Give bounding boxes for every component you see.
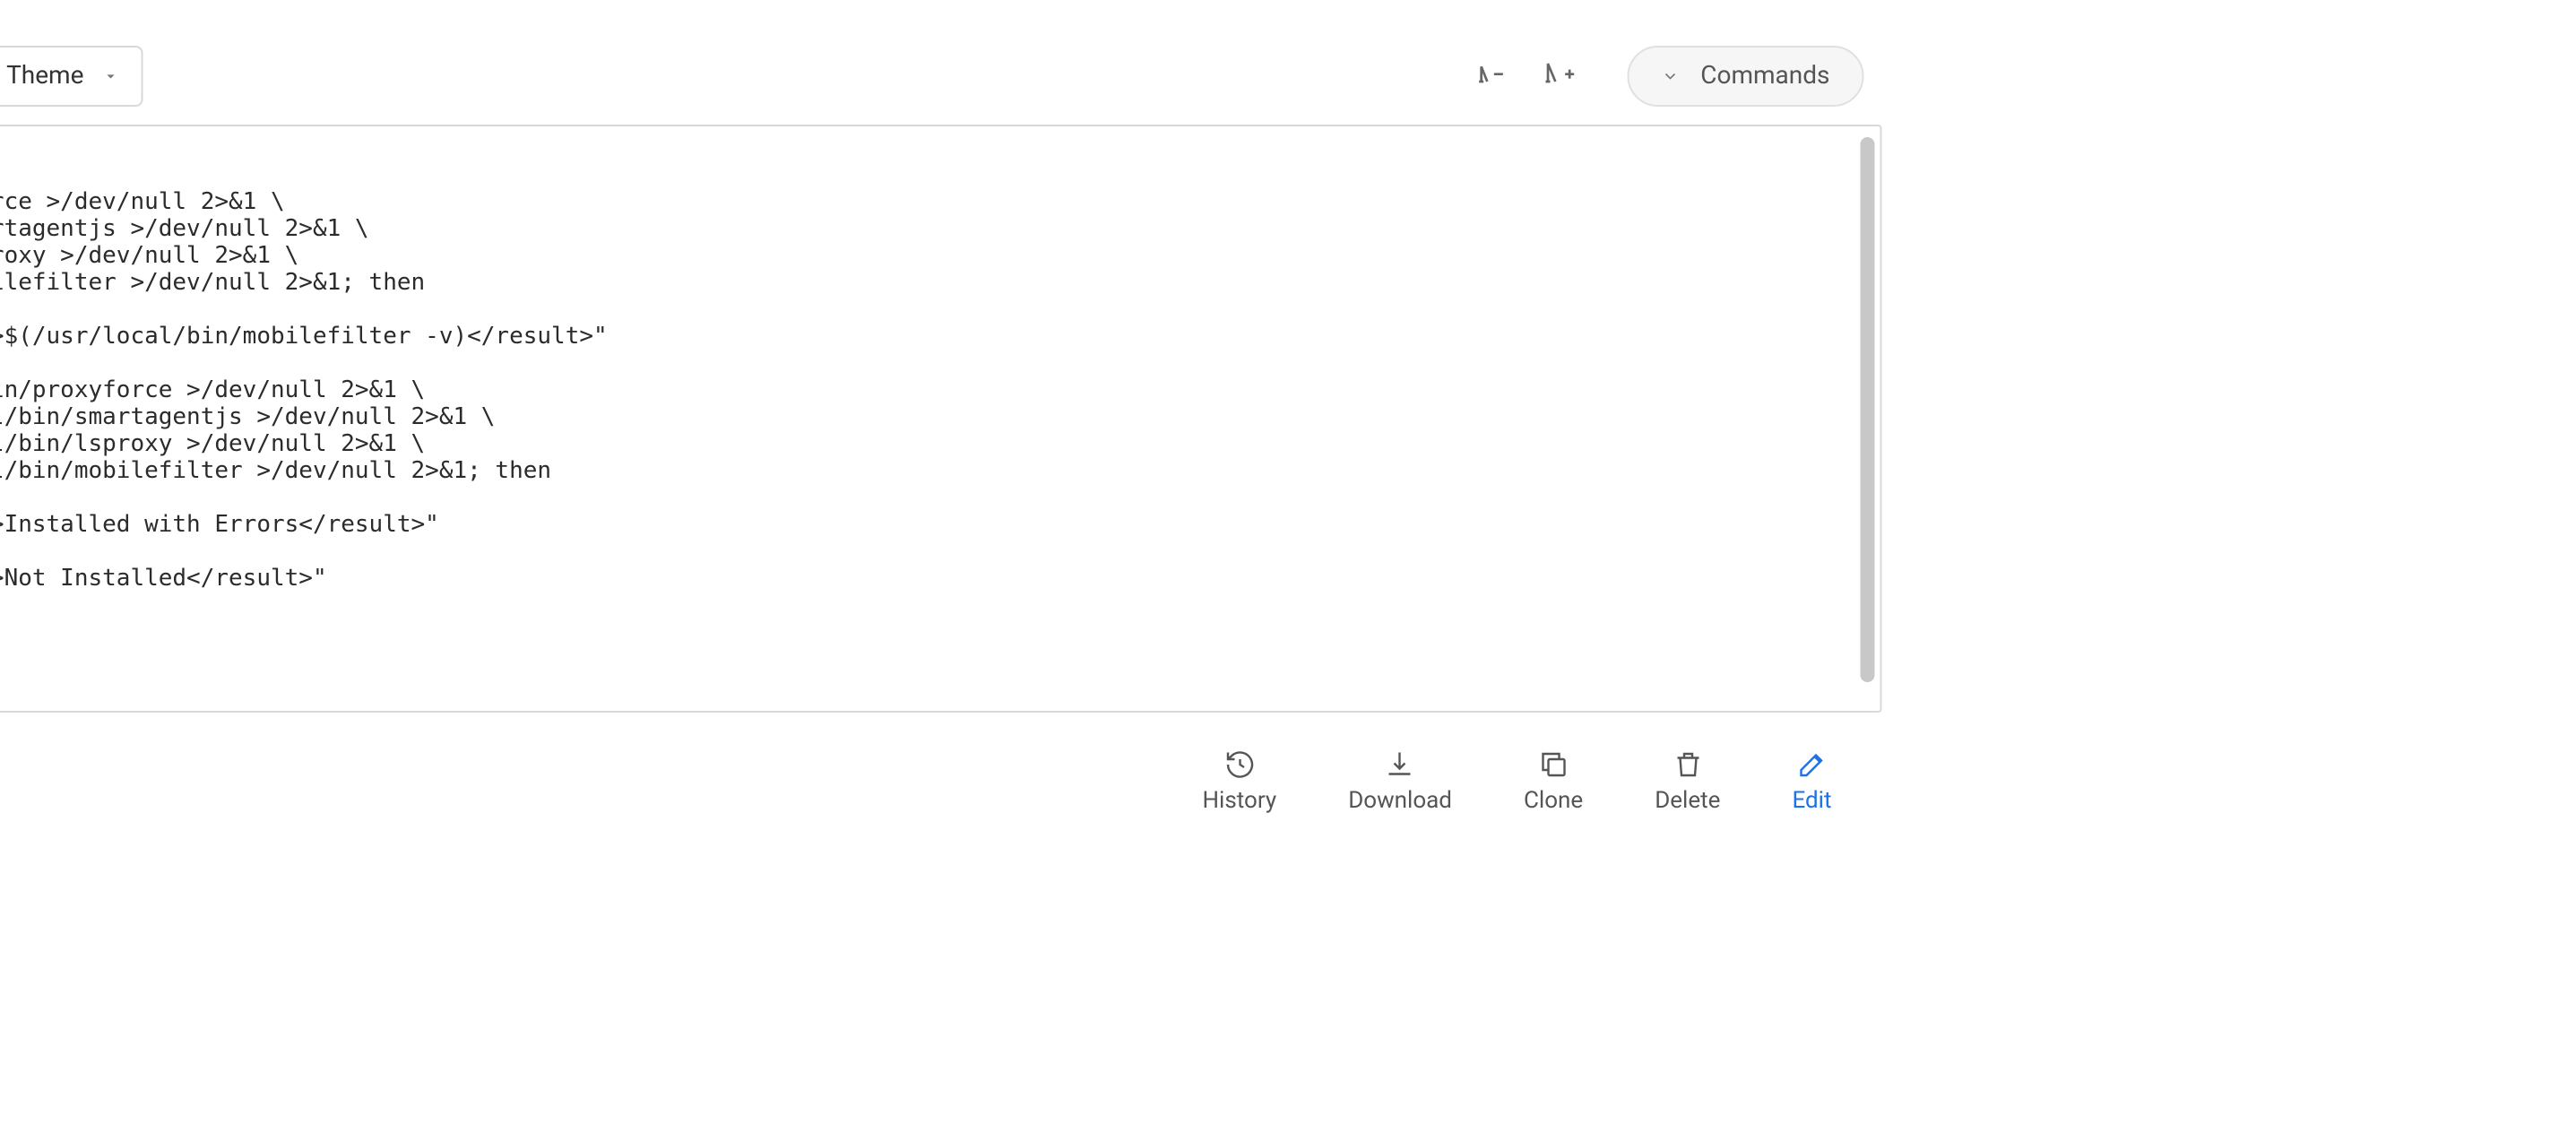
clone-button[interactable]: Clone bbox=[1524, 748, 1583, 815]
footer-label: Clone bbox=[1524, 788, 1583, 815]
footer-label: Edit bbox=[1792, 788, 1831, 815]
decrease-font-icon[interactable] bbox=[1465, 51, 1516, 101]
editor-toolbar: Default Mode Default Theme bbox=[0, 46, 1882, 107]
commands-button[interactable]: Commands bbox=[1627, 46, 1863, 107]
action-footer: History Download Clone Delete bbox=[0, 713, 1882, 847]
code-editor[interactable]: 12345678910111213141516171819 #!/bin/zsh… bbox=[0, 125, 1882, 713]
code-content[interactable]: #!/bin/zsh if pgrep -x proxyforce >/dev/… bbox=[0, 126, 1880, 711]
commands-label: Commands bbox=[1700, 62, 1829, 91]
footer-label: Delete bbox=[1655, 788, 1720, 815]
scrollbar-thumb[interactable] bbox=[1861, 137, 1875, 682]
increase-font-icon[interactable] bbox=[1534, 51, 1584, 101]
theme-dropdown[interactable]: Default Theme bbox=[0, 46, 143, 107]
history-button[interactable]: History bbox=[1203, 748, 1277, 815]
footer-label: Download bbox=[1348, 788, 1452, 815]
edit-button[interactable]: Edit bbox=[1792, 748, 1831, 815]
delete-button[interactable]: Delete bbox=[1655, 748, 1720, 815]
dropdown-label: Default Theme bbox=[0, 62, 83, 91]
footer-label: History bbox=[1203, 788, 1277, 815]
download-button[interactable]: Download bbox=[1348, 748, 1452, 815]
